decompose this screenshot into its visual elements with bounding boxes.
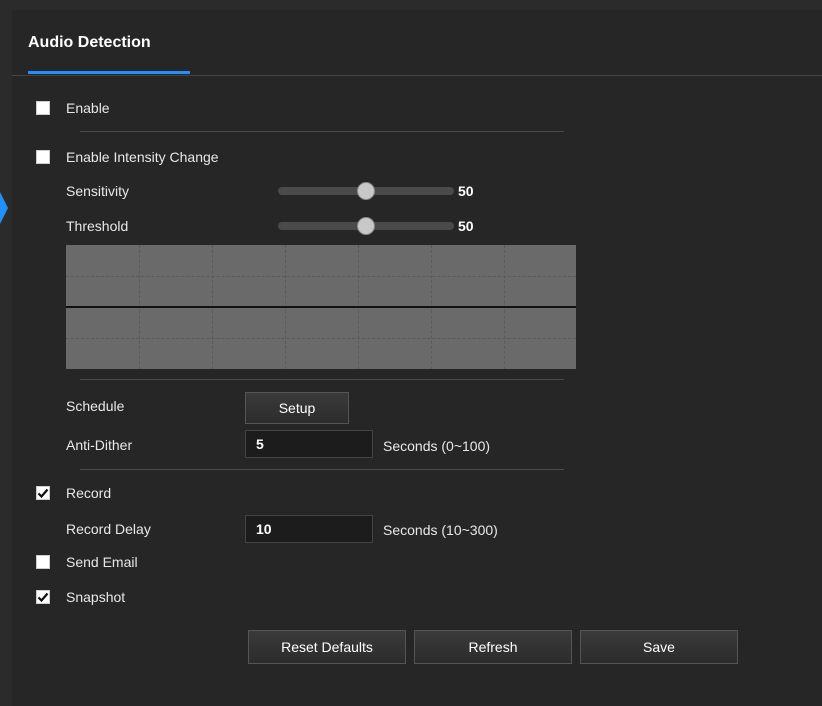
check-icon (37, 592, 49, 603)
enable-intensity-checkbox[interactable] (36, 150, 50, 164)
grid-line (66, 338, 576, 339)
enable-row: Enable (36, 99, 110, 117)
triangle-right-icon (0, 192, 8, 224)
record-delay-suffix: Seconds (10~300) (383, 522, 498, 538)
record-delay-label: Record Delay (66, 521, 151, 537)
page-title: Audio Detection (28, 34, 151, 51)
header: Audio Detection (12, 10, 822, 76)
audio-detection-panel: Audio Detection Enable Enable Intensity … (0, 10, 822, 706)
enable-label: Enable (66, 100, 110, 116)
header-divider (12, 75, 822, 76)
anti-dither-input[interactable]: 5 (245, 430, 373, 458)
anti-dither-label: Anti-Dither (66, 437, 133, 453)
snapshot-label: Snapshot (66, 589, 126, 605)
enable-checkbox[interactable] (36, 101, 50, 115)
reset-defaults-button[interactable]: Reset Defaults (248, 630, 406, 664)
sensitivity-value: 50 (458, 183, 474, 199)
divider (80, 379, 564, 380)
title-underline (28, 71, 190, 74)
refresh-button[interactable]: Refresh (414, 630, 572, 664)
audio-level-graph (66, 245, 576, 369)
check-icon (37, 488, 49, 499)
record-checkbox[interactable] (36, 486, 50, 500)
schedule-setup-button[interactable]: Setup (245, 392, 349, 424)
schedule-label: Schedule (66, 398, 125, 414)
sensitivity-slider-thumb[interactable] (357, 182, 375, 200)
send-email-row: Send Email (36, 553, 138, 571)
record-row: Record (36, 484, 111, 502)
snapshot-checkbox[interactable] (36, 590, 50, 604)
record-delay-input[interactable]: 10 (245, 515, 373, 543)
grid-line (66, 276, 576, 277)
threshold-value: 50 (458, 218, 474, 234)
threshold-slider-thumb[interactable] (357, 217, 375, 235)
sensitivity-slider[interactable] (278, 182, 454, 200)
divider (80, 131, 564, 132)
threshold-line (66, 306, 576, 308)
send-email-checkbox[interactable] (36, 555, 50, 569)
divider (80, 469, 564, 470)
record-label: Record (66, 485, 112, 501)
sensitivity-label: Sensitivity (66, 183, 130, 199)
snapshot-row: Snapshot (36, 588, 125, 606)
save-button[interactable]: Save (580, 630, 738, 664)
enable-intensity-row: Enable Intensity Change (36, 148, 219, 166)
threshold-label: Threshold (66, 218, 129, 234)
enable-intensity-label: Enable Intensity Change (66, 149, 219, 165)
threshold-slider[interactable] (278, 217, 454, 235)
send-email-label: Send Email (66, 554, 138, 570)
anti-dither-suffix: Seconds (0~100) (383, 438, 491, 454)
